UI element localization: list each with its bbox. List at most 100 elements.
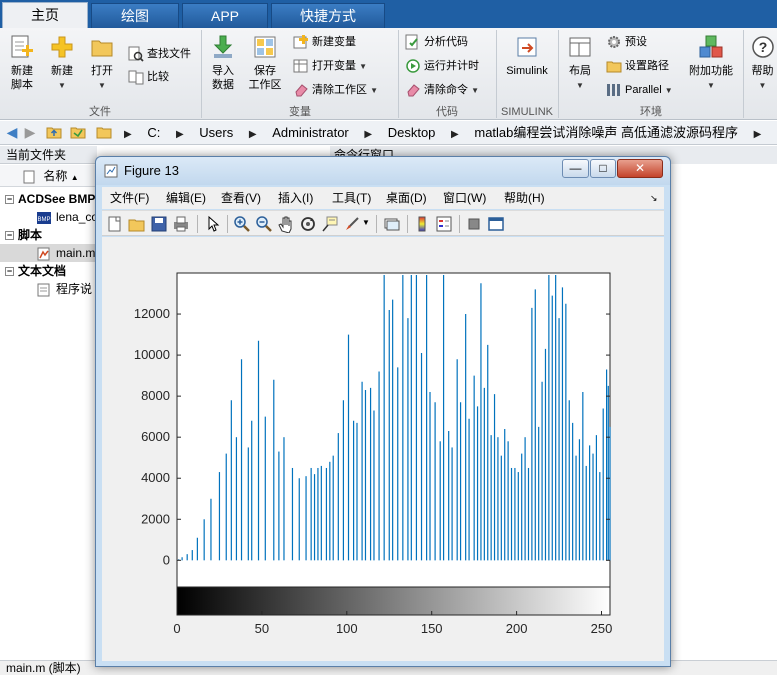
breadcrumb-item[interactable]: C: xyxy=(147,125,160,140)
tree-group-scripts[interactable]: − 脚本 xyxy=(0,226,97,244)
up-folder-icon[interactable] xyxy=(46,124,62,140)
help-button[interactable]: ? 帮助 ▼ xyxy=(748,34,777,93)
menu-tools[interactable]: 工具(T) xyxy=(332,190,371,206)
pan-hand-icon[interactable] xyxy=(277,215,295,233)
print-icon[interactable] xyxy=(172,215,190,233)
menu-view[interactable]: 查看(V) xyxy=(221,190,261,206)
menu-desktop[interactable]: 桌面(D) xyxy=(386,190,427,206)
forward-arrow-icon[interactable]: ▶ xyxy=(22,124,38,140)
menu-help[interactable]: 帮助(H) xyxy=(504,190,545,206)
list-item[interactable]: main.m xyxy=(0,244,97,262)
zoom-out-icon[interactable] xyxy=(255,215,273,233)
y-tick-label: 4000 xyxy=(141,470,170,485)
find-files-icon xyxy=(128,46,144,62)
toolbar-separator xyxy=(459,215,460,233)
gear-icon xyxy=(608,36,620,49)
sort-ascending-icon: ▲ xyxy=(70,173,79,182)
breadcrumb-separator: ▶ xyxy=(248,129,257,140)
file-icon xyxy=(23,170,35,184)
svg-text:BMP: BMP xyxy=(37,217,50,223)
dock-icon[interactable] xyxy=(487,215,505,233)
breadcrumb-separator: ▶ xyxy=(364,129,373,140)
open-button[interactable]: 打开 ▼ xyxy=(86,34,118,93)
collapse-icon[interactable]: − xyxy=(5,231,14,241)
colorbar-icon[interactable] xyxy=(413,215,431,233)
breadcrumb-separator: ▶ xyxy=(175,129,184,140)
browse-folder-icon[interactable] xyxy=(70,124,86,140)
collapse-icon[interactable]: − xyxy=(5,267,14,277)
list-item[interactable]: BMP lena_co xyxy=(0,208,97,226)
breadcrumb-item[interactable]: Users xyxy=(199,125,233,140)
tab-plots[interactable]: 绘图 xyxy=(91,3,179,28)
tree-group-acdsee[interactable]: − ACDSee BMP xyxy=(0,190,97,208)
minimize-button[interactable]: — xyxy=(562,159,589,178)
list-item[interactable]: 程序说 xyxy=(0,280,97,298)
open-variable-button[interactable]: 打开变量 ▼ xyxy=(293,56,367,76)
clear-workspace-button[interactable]: 清除工作区 ▼ xyxy=(293,80,378,100)
link-plot-icon[interactable] xyxy=(383,215,401,233)
plus-icon xyxy=(51,36,73,58)
tree-group-text-docs[interactable]: − 文本文档 xyxy=(0,262,97,280)
name-column-header[interactable]: 名称 ▲ xyxy=(0,165,97,187)
breadcrumb-item[interactable]: Administrator xyxy=(272,125,349,140)
analyze-code-button[interactable]: 分析代码 xyxy=(405,32,468,52)
bmp-file-icon: BMP xyxy=(37,211,51,224)
save-icon[interactable] xyxy=(150,215,168,233)
chevron-down-icon: ▼ xyxy=(359,62,367,71)
histogram-plot[interactable]: 0 2000 4000 6000 8000 10000 12000 0 50 100 150 200… xyxy=(102,237,664,661)
eraser-icon xyxy=(407,84,420,97)
folder-icon xyxy=(91,40,113,57)
menu-edit[interactable]: 编辑(E) xyxy=(166,190,206,206)
group-divider xyxy=(743,30,744,118)
toolbar-separator xyxy=(227,215,228,233)
breadcrumb-separator: ▶ xyxy=(124,129,132,140)
figure-title: Figure 13 xyxy=(124,163,179,178)
data-cursor-icon[interactable] xyxy=(321,215,339,233)
menubar-dock-arrow-icon[interactable]: ↘ xyxy=(650,190,658,206)
maximize-button[interactable]: □ xyxy=(590,159,616,178)
breadcrumb-item[interactable]: Desktop xyxy=(388,125,436,140)
new-variable-icon xyxy=(293,35,308,49)
import-data-button[interactable]: 导入 数据 xyxy=(206,34,240,92)
ribbon-toolstrip: 新建 脚本 新建 ▼ 打开 ▼ 查找文件 比较 文件 导入 数据 保存 工作区 … xyxy=(0,28,777,120)
new-figure-icon[interactable] xyxy=(106,215,124,233)
x-tick-label: 200 xyxy=(506,621,528,636)
brush-icon[interactable] xyxy=(343,215,361,233)
new-button[interactable]: 新建 ▼ xyxy=(46,34,78,93)
code-group-label: 代码 xyxy=(436,106,458,118)
pointer-icon[interactable] xyxy=(204,215,222,233)
menu-file[interactable]: 文件(F) xyxy=(110,190,149,206)
tab-home[interactable]: 主页 xyxy=(2,2,88,29)
figure-titlebar[interactable]: Figure 13 — □ ✕ xyxy=(96,157,670,185)
legend-icon[interactable] xyxy=(435,215,453,233)
rotate-3d-icon[interactable] xyxy=(299,215,317,233)
save-workspace-button[interactable]: 保存 工作区 xyxy=(246,34,284,92)
parallel-button[interactable]: Parallel ▼ xyxy=(606,80,673,100)
menu-window[interactable]: 窗口(W) xyxy=(443,190,486,206)
simulink-button[interactable]: Simulink xyxy=(502,34,552,78)
compare-button[interactable]: 比较 xyxy=(128,67,169,87)
chevron-down-icon[interactable]: ▼ xyxy=(362,218,370,227)
addons-cubes-icon xyxy=(699,35,723,58)
new-script-button[interactable]: 新建 脚本 xyxy=(6,34,38,92)
new-variable-button[interactable]: 新建变量 xyxy=(293,32,356,52)
layout-button[interactable]: 布局 ▼ xyxy=(564,34,596,93)
run-and-time-button[interactable]: 运行并计时 xyxy=(405,56,479,76)
collapse-icon[interactable]: − xyxy=(5,195,14,205)
zoom-in-icon[interactable] xyxy=(233,215,251,233)
set-path-button[interactable]: 设置路径 xyxy=(606,56,669,76)
find-files-button[interactable]: 查找文件 xyxy=(128,44,191,64)
open-label: 打开 xyxy=(91,65,113,77)
open-file-icon[interactable] xyxy=(128,215,146,233)
back-arrow-icon[interactable]: ◀ xyxy=(4,124,20,140)
y-tick-label: 8000 xyxy=(141,388,170,403)
tab-apps[interactable]: APP xyxy=(182,3,268,28)
breadcrumb-item[interactable]: matlab编程尝试消除噪声 高低通滤波源码程序 xyxy=(474,125,738,140)
close-button[interactable]: ✕ xyxy=(617,159,663,178)
preferences-button[interactable]: 预设 xyxy=(606,32,647,52)
clear-commands-button[interactable]: 清除命令 ▼ xyxy=(405,80,479,100)
menu-insert[interactable]: 插入(I) xyxy=(278,190,313,206)
addons-button[interactable]: 附加功能 ▼ xyxy=(687,34,735,93)
tab-shortcuts[interactable]: 快捷方式 xyxy=(271,3,385,28)
hide-tools-icon[interactable] xyxy=(465,215,483,233)
